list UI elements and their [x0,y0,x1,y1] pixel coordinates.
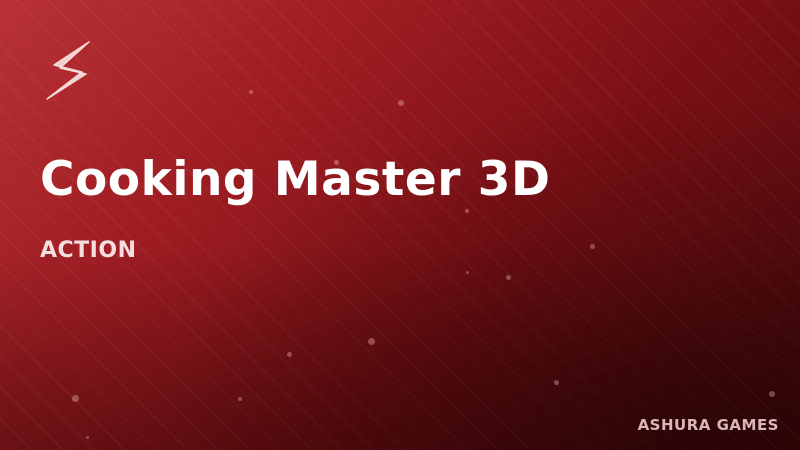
sparkle-dot [466,271,469,274]
sparkle-dot [590,244,595,249]
sparkle-dot [554,380,559,385]
game-title: Cooking Master 3D [40,152,551,207]
background-vignette [0,0,800,450]
sparkle-dot [506,275,511,280]
sparkle-dot [398,100,404,106]
sparkle-dot [769,391,775,397]
game-card: Cooking Master 3D ACTION ASHURA GAMES [0,0,800,450]
sparkle-particles [0,0,800,450]
sparkle-dot [72,395,79,402]
sparkle-dot [238,397,242,401]
sparkle-dot [86,436,89,439]
lightning-bolt-icon [44,40,92,102]
sparkle-dot [465,209,469,213]
game-genre: ACTION [40,238,137,263]
sparkle-dot [287,352,292,357]
publisher-name: ASHURA GAMES [637,416,779,434]
diagonal-stripe-pattern [0,0,800,450]
sparkle-dot [368,338,375,345]
sparkle-dot [249,90,253,94]
